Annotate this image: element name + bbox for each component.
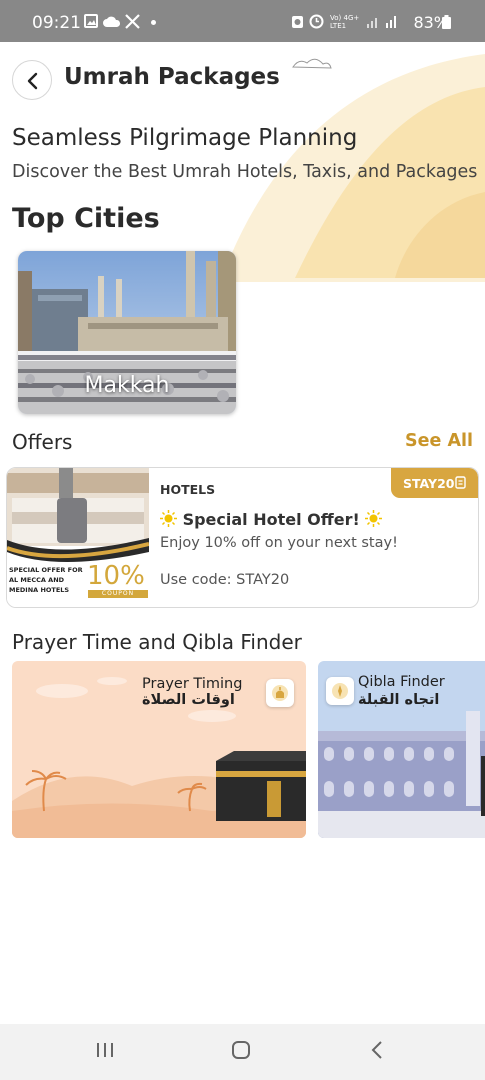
back-button[interactable]: [12, 60, 52, 100]
recents-icon[interactable]: [95, 1040, 115, 1060]
offer-use-code: Use code: STAY20: [160, 572, 290, 588]
offer-category: HOTELS: [160, 482, 216, 497]
qibla-finder-title: Qibla Finder: [358, 674, 445, 690]
see-all-link[interactable]: See All: [405, 431, 473, 451]
qibla-finder-badge: [326, 677, 354, 705]
offer-title-text: Special Hotel Offer!: [182, 510, 360, 529]
back-icon[interactable]: [368, 1040, 388, 1060]
city-card-makkah[interactable]: Makkah: [18, 251, 236, 414]
sparkle-icon: [365, 510, 383, 527]
network-label: Vo) 4G+ LTE1: [330, 14, 360, 30]
alarm-icon: [292, 16, 303, 28]
compass-icon: [332, 683, 348, 699]
offer-image: SPECIAL OFFER FOR AL MECCA AND MEDINA HO…: [7, 468, 150, 607]
city-name: Makkah: [84, 373, 170, 398]
x-icon: [125, 14, 140, 29]
chevron-left-icon: [27, 72, 38, 90]
battery-icon: [442, 15, 451, 29]
qibla-finder-card[interactable]: Qibla Finder اتجاه القبلة: [318, 661, 485, 838]
top-cities-heading: Top Cities: [12, 203, 160, 234]
prayer-heading: Prayer Time and Qibla Finder: [12, 630, 302, 654]
dot-icon: [151, 20, 156, 25]
page-title: Umrah Packages: [64, 64, 280, 90]
prayer-timing-title: Prayer Timing: [142, 676, 243, 692]
gallery-icon: [84, 14, 98, 28]
copy-icon: [455, 476, 466, 489]
mosque-icon: [272, 685, 288, 701]
offer-description: Enjoy 10% off on your next stay!: [160, 535, 398, 551]
system-nav-bar: [0, 1024, 485, 1080]
clock-icon: [309, 14, 324, 29]
offer-card[interactable]: SPECIAL OFFER FOR AL MECCA AND MEDINA HO…: [6, 467, 479, 608]
home-icon[interactable]: [231, 1040, 251, 1060]
prayer-timing-badge: [266, 679, 294, 707]
hero-subtitle: Discover the Best Umrah Hotels, Taxis, a…: [12, 162, 478, 182]
offer-code-label: STAY20: [403, 476, 455, 491]
prayer-timing-title-arabic: اوقات الصلاة: [142, 692, 235, 708]
hero-title: Seamless Pilgrimage Planning: [12, 125, 358, 151]
offer-code-badge[interactable]: STAY20: [391, 468, 478, 498]
screen: 09:21 Vo) 4G+ LTE1 83% Umrah Packages Se…: [0, 0, 485, 1080]
qibla-finder-title-arabic: اتجاه القبلة: [358, 692, 440, 708]
signal-icon: [367, 16, 396, 28]
offer-image-coupon: COUPON: [88, 590, 148, 598]
offer-image-percent: 10%: [87, 561, 145, 591]
status-bar: 09:21 Vo) 4G+ LTE1 83%: [0, 0, 485, 42]
offer-title: Special Hotel Offer!: [160, 510, 383, 529]
cloud-icon: [103, 16, 121, 27]
prayer-timing-card[interactable]: Prayer Timing اوقات الصلاة: [12, 661, 306, 838]
status-time: 09:21: [32, 13, 81, 33]
offers-heading: Offers: [12, 430, 73, 454]
sparkle-icon: [160, 510, 177, 527]
offer-image-small-text: SPECIAL OFFER FOR AL MECCA AND MEDINA HO…: [9, 566, 83, 594]
